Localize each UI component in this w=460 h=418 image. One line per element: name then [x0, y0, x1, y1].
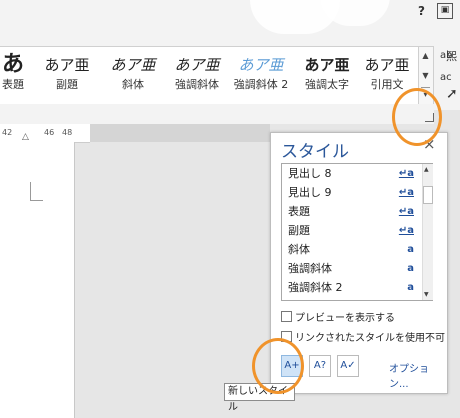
- style-list-item[interactable]: 強調斜体 a: [282, 259, 418, 279]
- style-label: 斜体: [122, 78, 144, 91]
- mouse-pointer-icon: ➚: [446, 86, 458, 102]
- style-list-item[interactable]: 見出し 9 ↵a: [282, 183, 418, 203]
- character-style-icon: a: [407, 244, 414, 255]
- style-gallery: あ 表題 あア亜 副題 あア亜 斜体 あア亜 強調斜体 あア亜 強調斜体 2 あ…: [0, 46, 420, 106]
- page-margin-corner: [30, 182, 43, 201]
- linked-style-icon: ↵a: [398, 168, 414, 179]
- style-label: 副題: [56, 78, 78, 91]
- ruler-tick: 46: [44, 128, 55, 137]
- horizontal-ruler: 42 △ 46 48: [0, 124, 90, 143]
- style-list-item[interactable]: 見出し 8 ↵a: [282, 164, 418, 184]
- style-list-item[interactable]: 表題 ↵a: [282, 202, 418, 222]
- styles-list: 見出し 8 ↵a 見出し 9 ↵a 表題 ↵a 副題 ↵a 斜体 a 強調斜体 …: [281, 163, 433, 301]
- gallery-item-italic[interactable]: あア亜 斜体: [104, 47, 162, 105]
- style-label: 強調斜体 2: [233, 78, 289, 91]
- style-label: 表題: [2, 78, 24, 91]
- style-name: 強調斜体 2: [288, 281, 343, 294]
- gallery-item-emphasis-italic[interactable]: あア亜 強調斜体: [166, 47, 228, 105]
- style-preview: あア亜: [110, 56, 156, 74]
- style-preview: あ: [1, 52, 24, 77]
- ruler-tick: 42: [2, 128, 13, 137]
- gallery-scroll-up-button[interactable]: ▲: [421, 49, 430, 63]
- pane-title: スタイル: [281, 142, 349, 162]
- options-link[interactable]: オプション...: [389, 360, 447, 390]
- character-style-icon: a: [407, 282, 414, 293]
- style-name: 見出し 8: [288, 167, 332, 180]
- disable-linked-styles-label: リンクされたスタイルを使用不可にす: [295, 333, 445, 344]
- style-name: 見出し 9: [288, 186, 332, 199]
- style-preview: あア亜: [238, 56, 284, 74]
- indent-marker-icon[interactable]: △: [22, 132, 29, 142]
- style-label: 強調斜体: [175, 78, 219, 91]
- style-preview: あア亜: [364, 56, 410, 74]
- title-bar: [0, 0, 460, 46]
- style-list-item[interactable]: 斜体 a: [282, 240, 418, 260]
- ribbon-group-footer: [0, 104, 434, 124]
- scroll-thumb[interactable]: [423, 186, 433, 204]
- style-preview: あア亜: [304, 56, 350, 74]
- style-inspector-button[interactable]: A?: [309, 355, 331, 377]
- style-label: 強調太字: [305, 78, 349, 91]
- style-list-item[interactable]: 強調斜体 2 a: [282, 278, 418, 298]
- preview-checkbox[interactable]: [281, 311, 292, 322]
- linked-style-icon: ↵a: [398, 206, 414, 217]
- linked-style-icon: ↵a: [398, 187, 414, 198]
- scroll-up-icon[interactable]: ▲: [424, 166, 429, 173]
- gallery-item-strong-bold[interactable]: あア亜 強調太字: [296, 47, 358, 105]
- manage-styles-button[interactable]: A✓: [337, 355, 359, 377]
- scroll-down-icon[interactable]: ▼: [424, 291, 429, 298]
- gallery-scroll-down-button[interactable]: ▼: [421, 69, 430, 83]
- help-icon[interactable]: ?: [418, 4, 432, 18]
- style-name: 強調斜体: [288, 262, 332, 275]
- style-name: 斜体: [288, 243, 310, 256]
- style-preview: あア亜: [44, 56, 90, 74]
- linked-style-icon: ↵a: [398, 225, 414, 236]
- gallery-item-title[interactable]: あ 表題: [0, 47, 26, 105]
- style-name: 副題: [288, 224, 310, 237]
- preview-checkbox-label: プレビューを表示する: [295, 313, 395, 324]
- annotation-circle: [392, 88, 442, 146]
- style-name: 表題: [288, 205, 310, 218]
- restore-icon[interactable]: ▣: [437, 3, 453, 19]
- gallery-item-subtitle[interactable]: あア亜 副題: [38, 47, 96, 105]
- styles-list-scrollbar[interactable]: ▲ ▼: [422, 164, 433, 300]
- select-icon[interactable]: ac: [440, 72, 452, 83]
- replace-icon[interactable]: ab: [440, 50, 452, 61]
- ruler-margin: [90, 124, 270, 142]
- style-preview: あア亜: [174, 56, 220, 74]
- ruler-tick: 48: [62, 128, 73, 137]
- character-style-icon: a: [407, 263, 414, 274]
- annotation-circle: [252, 338, 304, 394]
- style-list-item[interactable]: 副題 ↵a: [282, 221, 418, 241]
- gallery-item-emphasis-italic-2[interactable]: あア亜 強調斜体 2: [230, 47, 292, 105]
